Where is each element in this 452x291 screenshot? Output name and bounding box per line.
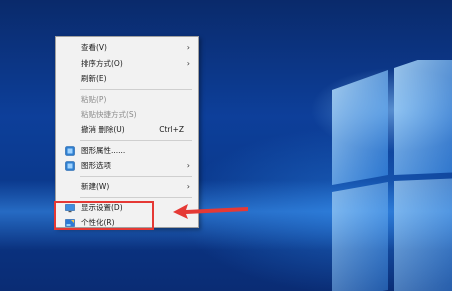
intel-graphics-icon	[65, 161, 75, 171]
annotation-highlight-box	[54, 201, 154, 230]
menu-item-paste[interactable]: 粘贴(P)	[56, 92, 198, 108]
chevron-right-icon: ›	[186, 161, 190, 170]
menu-item-paste-shortcut[interactable]: 粘贴快捷方式(S)	[56, 107, 198, 123]
annotation-arrow-icon	[170, 200, 250, 220]
menu-item-label: 刷新(E)	[81, 74, 107, 83]
menu-item-label: 图形选项	[81, 161, 111, 170]
menu-separator	[80, 140, 192, 141]
menu-item-label: 新建(W)	[81, 182, 110, 191]
menu-item-label: 撤消 删除(U)	[81, 125, 125, 134]
menu-item-refresh[interactable]: 刷新(E)	[56, 71, 198, 87]
menu-item-view[interactable]: 查看(V) ›	[56, 40, 198, 56]
menu-item-graphics-options[interactable]: 图形选项 ›	[56, 158, 198, 174]
menu-item-undo-delete[interactable]: 撤消 删除(U) Ctrl+Z	[56, 122, 198, 138]
intel-graphics-icon	[65, 146, 75, 156]
menu-separator	[80, 176, 192, 177]
menu-item-sort-by[interactable]: 排序方式(O) ›	[56, 56, 198, 72]
menu-item-new[interactable]: 新建(W) ›	[56, 179, 198, 195]
menu-item-label: 粘贴(P)	[81, 95, 107, 104]
chevron-right-icon: ›	[186, 59, 190, 68]
menu-separator	[80, 197, 192, 198]
menu-item-label: 排序方式(O)	[81, 59, 123, 68]
menu-item-label: 图形属性......	[81, 146, 126, 155]
menu-separator	[80, 89, 192, 90]
menu-item-graphics-properties[interactable]: 图形属性......	[56, 143, 198, 159]
menu-item-label: 粘贴快捷方式(S)	[81, 110, 137, 119]
chevron-right-icon: ›	[186, 182, 190, 191]
windows-logo	[332, 48, 452, 291]
menu-item-label: 查看(V)	[81, 43, 107, 52]
chevron-right-icon: ›	[186, 43, 190, 52]
menu-item-shortcut: Ctrl+Z	[159, 125, 184, 134]
